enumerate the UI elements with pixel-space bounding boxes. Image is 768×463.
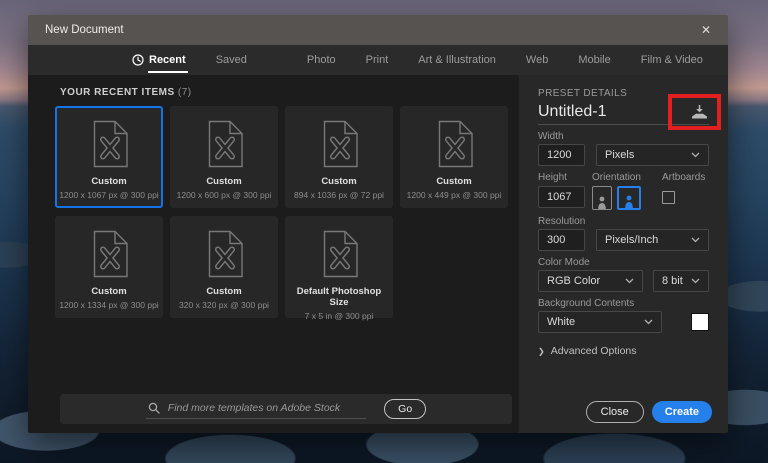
item-name: Default Photoshop Size (287, 286, 391, 308)
color-mode-label: Color Mode (538, 258, 709, 268)
recent-item-card[interactable]: Custom 320 x 320 px @ 300 ppi (170, 216, 278, 318)
recent-items-heading: YOUR RECENT ITEMS (7) (60, 87, 519, 98)
search-icon (148, 402, 160, 414)
orientation-portrait-icon[interactable] (592, 186, 612, 210)
resolution-input[interactable]: 300 (538, 229, 585, 251)
tab-film-video[interactable]: Film & Video (641, 45, 703, 75)
tab-label: Art & Illustration (418, 45, 496, 75)
tab-web[interactable]: Web (526, 45, 548, 75)
dialog-titlebar: New Document ✕ (28, 15, 728, 45)
orientation-landscape-icon[interactable] (617, 186, 641, 210)
tab-art-illustration[interactable]: Art & Illustration (418, 45, 496, 75)
annotation-highlight-box (668, 94, 721, 130)
width-label: Width (538, 132, 709, 142)
item-name: Custom (206, 176, 241, 187)
adobe-stock-searchbar: Find more templates on Adobe Stock Go (60, 394, 512, 424)
custom-document-icon (204, 120, 244, 168)
height-input[interactable]: 1067 (538, 186, 585, 208)
tab-label: Film & Video (641, 45, 703, 75)
item-name: Custom (91, 286, 126, 297)
bit-depth-dropdown[interactable]: 8 bit (653, 270, 709, 292)
stock-search-input[interactable]: Find more templates on Adobe Stock (146, 400, 366, 419)
tab-label: Web (526, 45, 548, 75)
item-name: Custom (91, 176, 126, 187)
tab-label: Print (366, 45, 389, 75)
recent-item-card[interactable]: Custom 1200 x 1334 px @ 300 ppi (55, 216, 163, 318)
tab-print[interactable]: Print (366, 45, 389, 75)
chevron-down-icon (644, 319, 653, 325)
background-color-swatch[interactable] (691, 313, 709, 331)
chevron-down-icon (691, 152, 700, 158)
chevron-down-icon (691, 278, 700, 284)
tab-label: Saved (216, 45, 247, 75)
item-dimensions: 1200 x 1067 px @ 300 ppi (59, 190, 158, 200)
advanced-options-toggle[interactable]: ❯ Advanced Options (538, 345, 709, 357)
document-name-input[interactable]: Untitled-1 (538, 103, 606, 121)
custom-document-icon (204, 230, 244, 278)
custom-document-icon (434, 120, 474, 168)
chevron-down-icon (691, 237, 700, 243)
item-dimensions: 1200 x 600 px @ 300 ppi (177, 190, 272, 200)
artboards-checkbox[interactable] (662, 191, 675, 204)
recent-item-card[interactable]: Custom 1200 x 449 px @ 300 ppi (400, 106, 508, 208)
dialog-body: YOUR RECENT ITEMS (7) Custom 1200 x 106 (28, 75, 728, 433)
dialog-title: New Document (45, 24, 124, 36)
recent-items-count: (7) (178, 87, 192, 98)
tab-photo[interactable]: Photo (307, 45, 336, 75)
item-dimensions: 1200 x 449 px @ 300 ppi (407, 190, 502, 200)
tab-recent[interactable]: Recent (132, 45, 186, 75)
height-label: Height (538, 173, 592, 183)
close-icon[interactable]: ✕ (701, 24, 711, 36)
custom-document-icon (89, 230, 129, 278)
background-contents-label: Background Contents (538, 299, 709, 309)
clock-icon (132, 54, 144, 66)
go-button[interactable]: Go (384, 399, 426, 419)
chevron-right-icon: ❯ (538, 347, 545, 356)
custom-document-icon (319, 120, 359, 168)
new-document-dialog: New Document ✕ Recent Saved Photo Print (28, 15, 728, 433)
width-input[interactable]: 1200 (538, 144, 585, 166)
recent-items-section: YOUR RECENT ITEMS (7) Custom 1200 x 106 (28, 75, 519, 433)
item-dimensions: 320 x 320 px @ 300 ppi (179, 300, 269, 310)
item-dimensions: 894 x 1036 px @ 72 ppi (294, 190, 384, 200)
item-name: Custom (321, 176, 356, 187)
resolution-unit-dropdown[interactable]: Pixels/Inch (596, 229, 709, 251)
custom-document-icon (89, 120, 129, 168)
item-dimensions: 1200 x 1334 px @ 300 ppi (59, 300, 158, 310)
tab-label: Recent (149, 45, 186, 75)
search-placeholder: Find more templates on Adobe Stock (168, 402, 340, 414)
custom-document-icon (319, 230, 359, 278)
resolution-label: Resolution (538, 217, 709, 227)
background-contents-dropdown[interactable]: White (538, 311, 662, 333)
recent-item-card[interactable]: Custom 1200 x 600 px @ 300 ppi (170, 106, 278, 208)
width-unit-dropdown[interactable]: Pixels (596, 144, 709, 166)
item-name: Custom (206, 286, 241, 297)
orientation-label: Orientation (592, 173, 662, 183)
tab-saved[interactable]: Saved (216, 45, 247, 75)
item-name: Custom (436, 176, 471, 187)
chevron-down-icon (625, 278, 634, 284)
tab-label: Photo (307, 45, 336, 75)
recent-item-card[interactable]: Custom 894 x 1036 px @ 72 ppi (285, 106, 393, 208)
tab-label: Mobile (578, 45, 610, 75)
create-button[interactable]: Create (652, 401, 712, 423)
recent-item-card[interactable]: Default Photoshop Size 7 x 5 in @ 300 pp… (285, 216, 393, 318)
desktop-background: New Document ✕ Recent Saved Photo Print (0, 0, 768, 463)
color-mode-dropdown[interactable]: RGB Color (538, 270, 643, 292)
artboards-label: Artboards (662, 173, 705, 183)
recent-item-card[interactable]: Custom 1200 x 1067 px @ 300 ppi (55, 106, 163, 208)
item-dimensions: 7 x 5 in @ 300 ppi (305, 311, 374, 321)
recent-items-grid: Custom 1200 x 1067 px @ 300 ppi Custom 1… (55, 106, 519, 318)
tab-mobile[interactable]: Mobile (578, 45, 610, 75)
category-tabbar: Recent Saved Photo Print Art & Illustrat… (28, 45, 728, 75)
close-button[interactable]: Close (586, 401, 644, 423)
